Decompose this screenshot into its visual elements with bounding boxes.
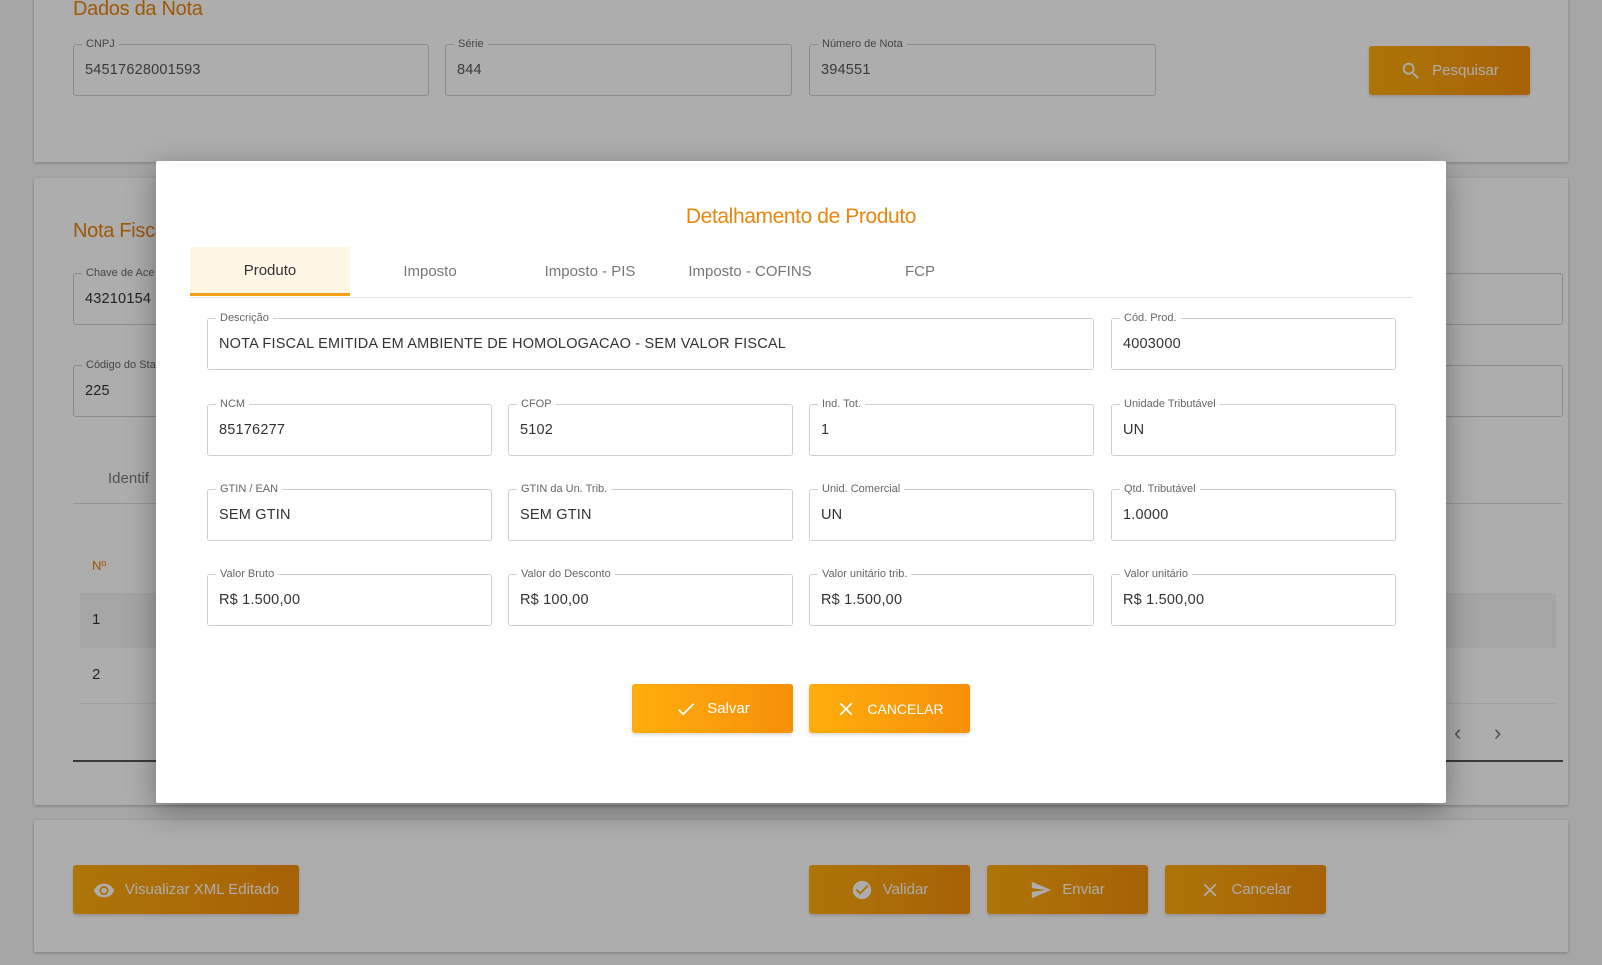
tab-imposto-cofins[interactable]: Imposto - COFINS (670, 247, 830, 295)
gtin-un-trib-label: GTIN da Un. Trib. (517, 482, 612, 496)
valor-bruto-field[interactable]: Valor Bruto R$ 1.500,00 (207, 567, 492, 626)
unidade-tributavel-field[interactable]: Unidade Tributável UN (1111, 397, 1396, 456)
check-icon (678, 702, 695, 715)
gtin-un-trib-value: SEM GTIN (520, 507, 592, 523)
descricao-field[interactable]: Descrição NOTA FISCAL EMITIDA EM AMBIENT… (207, 311, 1094, 370)
product-detail-modal: Detalhamento de Produto Produto Imposto … (156, 161, 1446, 803)
close-icon (839, 702, 853, 715)
qtd-tributavel-value: 1.0000 (1123, 507, 1169, 523)
ncm-label: NCM (216, 397, 250, 411)
cod-prod-label: Cód. Prod. (1120, 311, 1181, 325)
qtd-tributavel-label: Qtd. Tributável (1120, 482, 1200, 496)
valor-unitario-label: Valor unitário (1120, 567, 1192, 581)
cfop-label: CFOP (517, 397, 556, 411)
gtin-ean-field[interactable]: GTIN / EAN SEM GTIN (207, 482, 492, 541)
descricao-value: NOTA FISCAL EMITIDA EM AMBIENTE DE HOMOL… (219, 336, 787, 352)
tab-imposto[interactable]: Imposto (350, 247, 510, 295)
valor-desconto-label: Valor do Desconto (517, 567, 615, 581)
tab-fcp[interactable]: FCP (840, 247, 1000, 295)
ind-tot-label: Ind. Tot. (818, 397, 865, 411)
valor-unitario-trib-label: Valor unitário trib. (818, 567, 912, 581)
modal-title: Detalhamento de Produto (685, 205, 917, 228)
cancelar-modal-label: CANCELAR (867, 700, 944, 717)
gtin-ean-value: SEM GTIN (219, 507, 291, 523)
ncm-field[interactable]: NCM 85176277 (207, 397, 492, 456)
ncm-value: 85176277 (219, 422, 286, 438)
tab-produto[interactable]: Produto (190, 247, 350, 296)
cod-prod-field[interactable]: Cód. Prod. 4003000 (1111, 311, 1396, 370)
valor-unitario-trib-value: R$ 1.500,00 (821, 592, 903, 608)
valor-unitario-field[interactable]: Valor unitário R$ 1.500,00 (1111, 567, 1396, 626)
qtd-tributavel-field[interactable]: Qtd. Tributável 1.0000 (1111, 482, 1396, 541)
cod-prod-value: 4003000 (1123, 336, 1181, 352)
valor-desconto-field[interactable]: Valor do Desconto R$ 100,00 (508, 567, 793, 626)
salvar-button[interactable]: Salvar (632, 684, 793, 733)
salvar-label: Salvar (707, 700, 750, 717)
ind-tot-value: 1 (821, 422, 830, 438)
ind-tot-field[interactable]: Ind. Tot. 1 (809, 397, 1094, 456)
descricao-label: Descrição (216, 311, 273, 325)
modal-tabs: Produto Imposto Imposto - PIS Imposto - … (190, 247, 1412, 298)
valor-unitario-value: R$ 1.500,00 (1123, 592, 1205, 608)
valor-bruto-value: R$ 1.500,00 (219, 592, 301, 608)
unidade-tributavel-value: UN (1123, 422, 1145, 438)
gtin-un-trib-field[interactable]: GTIN da Un. Trib. SEM GTIN (508, 482, 793, 541)
valor-bruto-label: Valor Bruto (216, 567, 279, 581)
unid-comercial-value: UN (821, 507, 843, 523)
valor-desconto-value: R$ 100,00 (520, 592, 589, 608)
gtin-ean-label: GTIN / EAN (216, 482, 283, 496)
unid-comercial-label: Unid. Comercial (818, 482, 905, 496)
unidade-tributavel-label: Unidade Tributável (1120, 397, 1220, 411)
valor-unitario-trib-field[interactable]: Valor unitário trib. R$ 1.500,00 (809, 567, 1094, 626)
tab-imposto-pis[interactable]: Imposto - PIS (510, 247, 670, 295)
unid-comercial-field[interactable]: Unid. Comercial UN (809, 482, 1094, 541)
cancelar-modal-button[interactable]: CANCELAR (809, 684, 970, 733)
cfop-value: 5102 (520, 422, 554, 438)
cfop-field[interactable]: CFOP 5102 (508, 397, 793, 456)
